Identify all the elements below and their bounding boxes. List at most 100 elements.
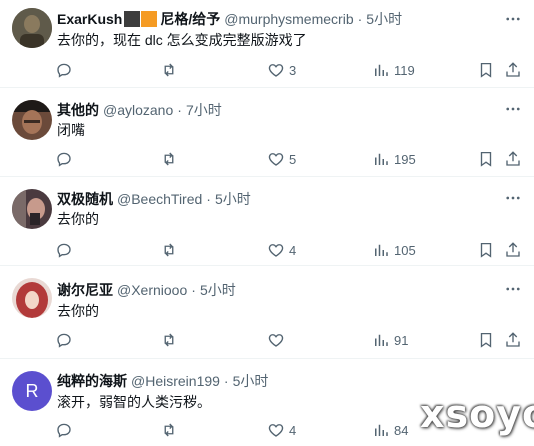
avatar[interactable] — [12, 189, 52, 229]
like-button[interactable]: 3 — [267, 60, 296, 80]
views-count: 195 — [394, 151, 416, 167]
watermark: xsoyo — [420, 392, 534, 436]
display-name[interactable]: 其他的 — [57, 100, 99, 120]
user-handle[interactable]: @Heisrein199 — [131, 371, 220, 391]
avatar-image — [12, 8, 52, 48]
display-name[interactable]: 纯粹的海斯 — [57, 371, 127, 391]
user-handle[interactable]: @Xerniooo — [117, 280, 187, 300]
reply-button[interactable] — [55, 240, 73, 260]
user-handle[interactable]: @murphysmemecrib — [224, 9, 353, 29]
post-header: 谢尔尼亚 @Xerniooo · 5小时 — [57, 280, 236, 300]
like-count: 5 — [289, 151, 297, 167]
user-handle[interactable]: @aylozano — [103, 100, 173, 120]
views-button[interactable]: 119 — [372, 60, 415, 80]
post-text: 去你的，现在 dlc 怎么变成完整版游戏了 — [57, 32, 307, 48]
reply-post[interactable]: 双极随机 @BeechTired · 5小时 去你的 4 105 — [0, 177, 534, 266]
views-button[interactable]: 84 — [372, 420, 408, 440]
separator-dot: · — [357, 11, 363, 27]
reply-button[interactable] — [55, 60, 73, 80]
analytics-icon — [375, 244, 388, 256]
post-time[interactable]: 5小时 — [233, 371, 269, 391]
like-count: 3 — [289, 62, 297, 78]
reply-icon — [57, 63, 71, 78]
more-icon[interactable] — [504, 100, 522, 118]
like-button[interactable] — [267, 330, 289, 350]
post-header: ExarKush 尼格/给予 @murphysmemecrib · 5小时 — [57, 9, 402, 29]
share-icon — [506, 151, 520, 166]
more-icon[interactable] — [504, 189, 522, 207]
post-header: 其他的 @aylozano · 7小时 — [57, 100, 222, 120]
heart-icon — [268, 244, 284, 257]
more-icon[interactable] — [504, 280, 522, 298]
bookmark-button[interactable] — [477, 240, 495, 260]
heart-icon — [268, 424, 284, 437]
like-button[interactable]: 4 — [267, 240, 296, 260]
share-button[interactable] — [504, 240, 522, 260]
badge-square — [124, 11, 141, 27]
post-header: 双极随机 @BeechTired · 5小时 — [57, 189, 251, 209]
analytics-icon — [375, 64, 388, 76]
share-button[interactable] — [504, 330, 522, 350]
bookmark-icon — [480, 332, 492, 348]
views-button[interactable]: 91 — [372, 330, 408, 350]
post-time[interactable]: 5小时 — [200, 280, 236, 300]
post-time[interactable]: 5小时 — [215, 189, 251, 209]
analytics-icon — [375, 334, 388, 346]
post-header: 纯粹的海斯 @Heisrein199 · 5小时 — [57, 371, 268, 391]
avatar-image — [12, 189, 52, 229]
post-time[interactable]: 5小时 — [366, 9, 402, 29]
avatar[interactable] — [12, 100, 52, 140]
display-name[interactable]: 双极随机 — [57, 189, 113, 209]
avatar[interactable] — [12, 278, 52, 318]
views-button[interactable]: 105 — [372, 240, 416, 260]
avatar[interactable] — [12, 8, 52, 48]
separator-dot: · — [206, 191, 211, 207]
reply-post[interactable]: ExarKush 尼格/给予 @murphysmemecrib · 5小时 去你… — [0, 0, 534, 88]
display-name-suffix[interactable]: 尼格/给予 — [160, 9, 220, 29]
bookmark-button[interactable] — [477, 149, 495, 169]
reply-button[interactable] — [55, 420, 73, 440]
reply-icon — [57, 423, 71, 438]
bookmark-button[interactable] — [477, 60, 495, 80]
repost-button[interactable] — [160, 240, 178, 260]
share-icon — [506, 62, 520, 77]
name-badges — [124, 11, 158, 27]
post-time[interactable]: 7小时 — [186, 100, 222, 120]
avatar[interactable]: R — [12, 371, 52, 411]
display-name[interactable]: 谢尔尼亚 — [57, 280, 113, 300]
heart-icon — [268, 153, 284, 166]
share-button[interactable] — [504, 60, 522, 80]
user-handle[interactable]: @BeechTired — [117, 189, 202, 209]
repost-icon — [164, 423, 174, 437]
bookmark-button[interactable] — [477, 330, 495, 350]
repost-button[interactable] — [160, 60, 178, 80]
reply-post[interactable]: 其他的 @aylozano · 7小时 闭嘴 5 195 — [0, 88, 534, 177]
reply-icon — [57, 333, 71, 348]
repost-icon — [164, 152, 174, 166]
repost-icon — [164, 63, 174, 77]
analytics-icon — [375, 153, 388, 165]
reply-post[interactable]: 谢尔尼亚 @Xerniooo · 5小时 去你的 91 — [0, 266, 534, 359]
post-text: 闭嘴 — [57, 122, 85, 138]
repost-button[interactable] — [160, 149, 178, 169]
like-count: 4 — [289, 422, 297, 438]
action-bar: 3 119 — [55, 60, 534, 80]
post-text: 去你的 — [57, 211, 99, 227]
repost-button[interactable] — [160, 330, 178, 350]
reply-icon — [57, 243, 71, 258]
views-button[interactable]: 195 — [372, 149, 416, 169]
separator-dot: · — [223, 373, 229, 389]
like-button[interactable]: 4 — [267, 420, 296, 440]
share-button[interactable] — [504, 149, 522, 169]
post-text: 去你的 — [57, 303, 99, 319]
more-icon[interactable] — [504, 10, 522, 28]
like-button[interactable]: 5 — [267, 149, 296, 169]
reply-button[interactable] — [55, 149, 73, 169]
reply-button[interactable] — [55, 330, 73, 350]
bookmark-icon — [480, 62, 492, 78]
like-count: 4 — [289, 242, 297, 258]
repost-button[interactable] — [160, 420, 178, 440]
display-name[interactable]: ExarKush — [57, 9, 122, 29]
action-bar: 5 195 — [55, 149, 534, 169]
bookmark-icon — [480, 151, 492, 167]
